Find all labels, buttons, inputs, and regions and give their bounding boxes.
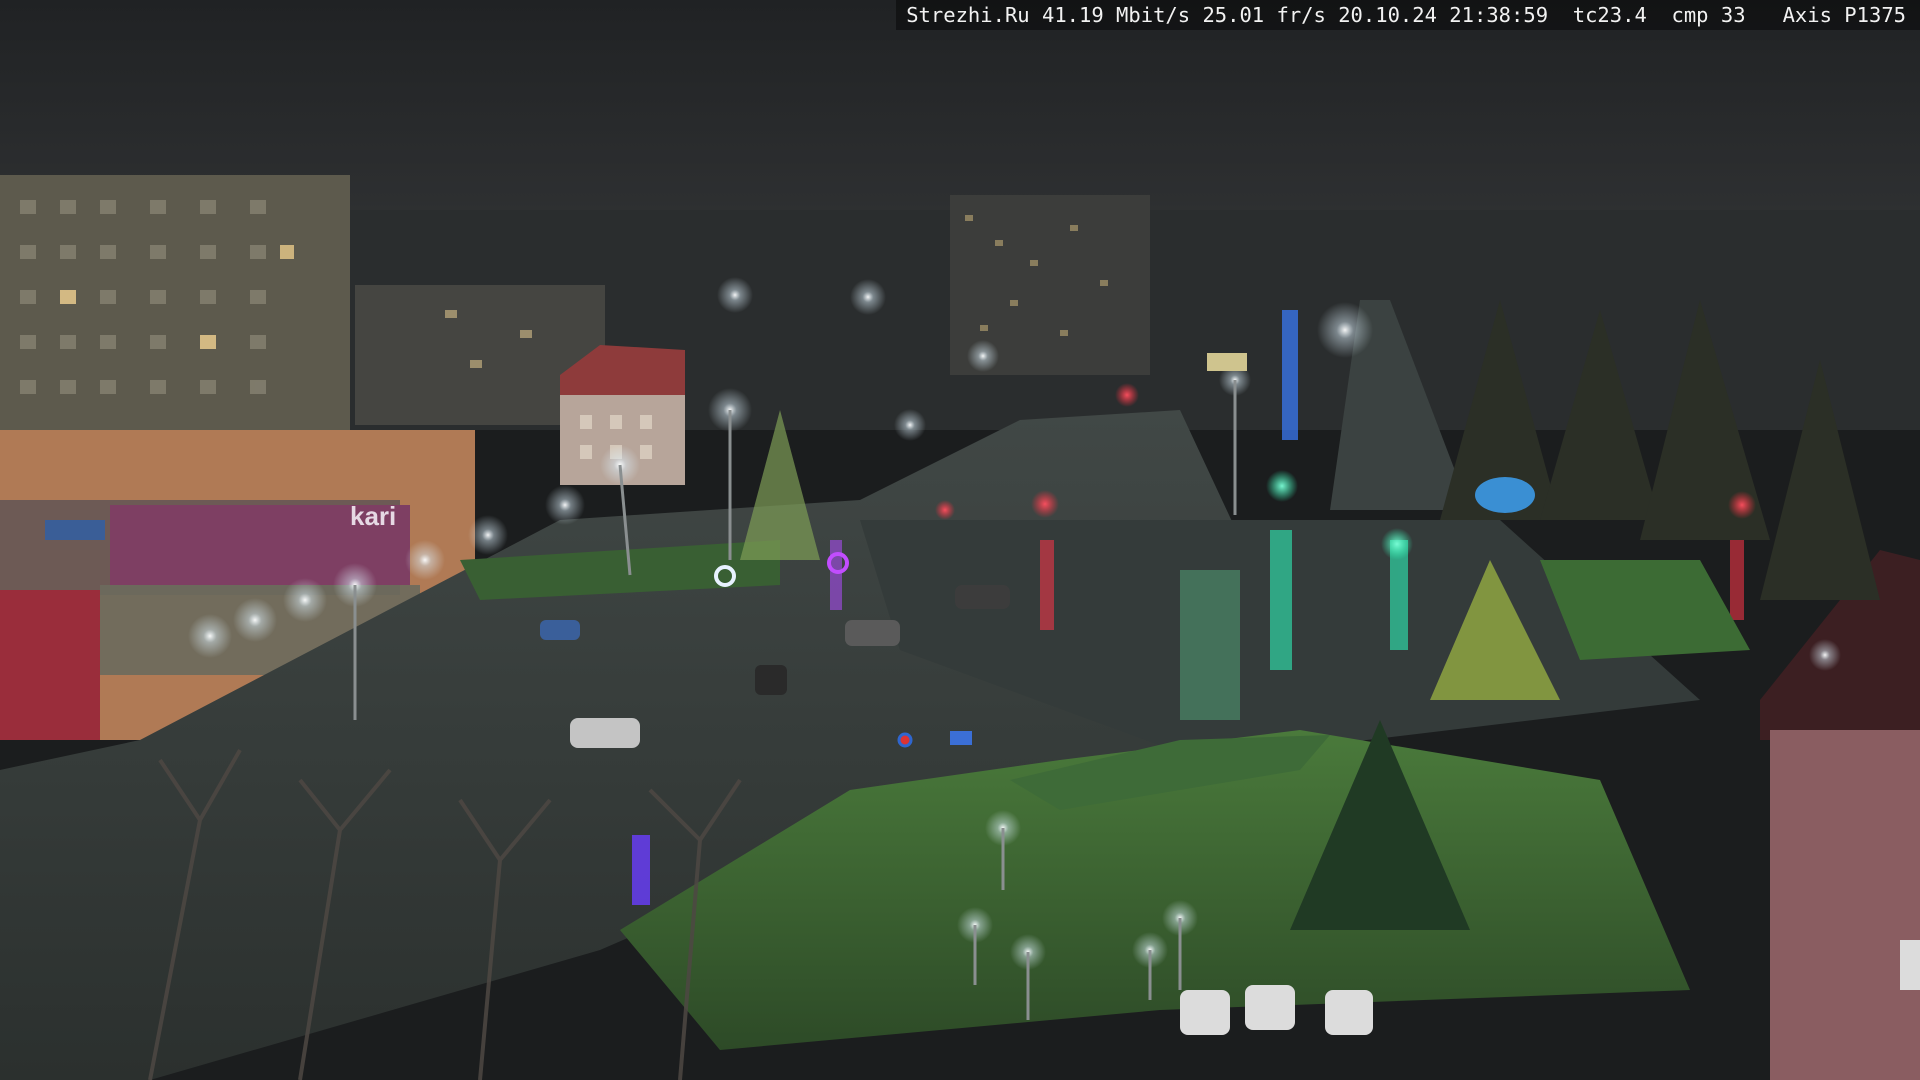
- right-building: [1770, 730, 1920, 1080]
- cmp-readout: cmp 33: [1671, 3, 1746, 27]
- billboard: [1207, 353, 1247, 371]
- festive-pole-light: [632, 835, 650, 905]
- webcam-scene: kari: [0, 0, 1920, 1080]
- road-sign-blue: [950, 731, 972, 745]
- tc-readout: tc23.4: [1572, 3, 1647, 27]
- time-readout: 21:38:59: [1449, 3, 1549, 27]
- camera-info-overlay: Strezhi.Ru 41.19 Mbit/s 25.01 fr/s 20.10…: [896, 0, 1920, 30]
- date-readout: 20.10.24: [1338, 3, 1437, 27]
- red-storefront: [0, 590, 100, 740]
- site-name: Strezhi.Ru: [906, 3, 1030, 27]
- festive-palm-light: [1475, 477, 1535, 513]
- camera-model: Axis P1375: [1782, 3, 1906, 27]
- right-building-window: [1900, 940, 1920, 990]
- bitrate-readout: 41.19 Mbit/s: [1041, 3, 1191, 27]
- blue-shop-sign: [45, 520, 105, 540]
- framerate-readout: 25.01 fr/s: [1202, 3, 1326, 27]
- festive-blue-lights: [1282, 310, 1298, 440]
- kari-sign: kari: [350, 501, 396, 531]
- road-sign-round: [897, 732, 913, 748]
- tree-left-1: [740, 410, 820, 560]
